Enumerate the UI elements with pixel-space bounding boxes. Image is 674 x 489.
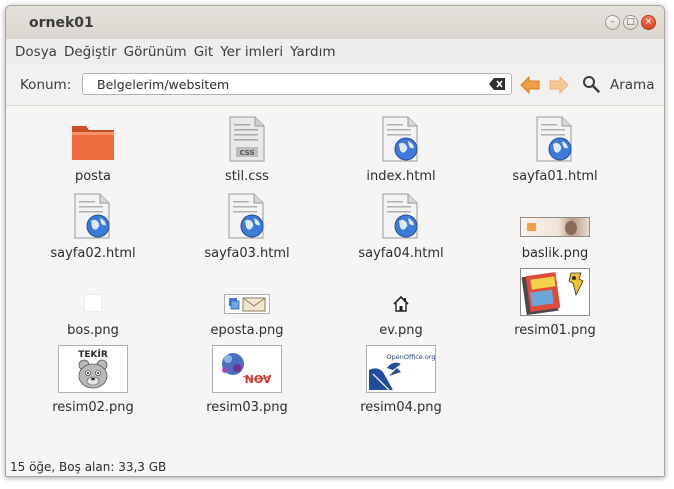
file-item-resim03-png[interactable]: NOV resim03.png [172, 345, 322, 415]
minimize-button[interactable]: – [605, 15, 620, 30]
nov-thumbnail: NOV [212, 345, 282, 393]
forward-arrow-icon[interactable] [549, 76, 569, 94]
magazine-thumbnail [520, 268, 590, 316]
css-tag: CSS [239, 149, 254, 157]
email-thumbnail [224, 294, 270, 314]
file-item-sayfa04-html[interactable]: sayfa04.html [326, 191, 476, 261]
maximize-icon: □ [626, 17, 635, 27]
menu-dosya[interactable]: Dosya [15, 44, 57, 60]
file-item-stil-css[interactable]: CSS stil.css [172, 114, 322, 184]
magazine-cover-image [521, 269, 589, 315]
status-text: 15 öğe, Boş alan: 33,3 GB [10, 460, 167, 474]
file-manager-window: ornek01 – □ × Dosya Değiştir Görünüm Git… [5, 5, 665, 477]
menu-bar: Dosya Değiştir Görünüm Git Yer imleri Ya… [6, 39, 664, 65]
location-input[interactable]: Belgelerim/websitem [82, 73, 512, 95]
window-title: ornek01 [29, 15, 94, 31]
clear-text-icon[interactable] [489, 78, 505, 90]
file-name: sayfa02.html [50, 246, 136, 261]
banner-thumbnail [520, 217, 590, 237]
file-name: resim03.png [206, 400, 288, 415]
location-value[interactable]: Belgelerim/websitem [97, 77, 229, 92]
file-name: stil.css [225, 169, 269, 184]
nov-text: NOV [245, 373, 272, 386]
blank-thumbnail [84, 294, 102, 312]
title-bar[interactable]: ornek01 – □ × [6, 6, 664, 39]
tekir-text: TEKİR [78, 349, 108, 360]
html-file-icon [382, 193, 418, 239]
location-label: Konum: [20, 77, 72, 93]
file-item-resim02-png[interactable]: TEKİR resim02.png [18, 345, 168, 415]
window-controls: – □ × [605, 15, 656, 30]
search-button-label[interactable]: Arama [610, 77, 654, 93]
back-arrow-icon[interactable] [520, 76, 540, 94]
openoffice-text: OpenOffice.org [386, 353, 435, 361]
menu-gorunum[interactable]: Görünüm [124, 44, 187, 60]
file-name: sayfa03.html [204, 246, 290, 261]
home-icon [393, 295, 409, 312]
html-file-icon [228, 193, 264, 239]
file-item-baslik-png[interactable]: baslik.png [480, 191, 630, 261]
envelope-icon [229, 297, 266, 312]
html-file-icon [74, 193, 110, 239]
folder-icon [72, 126, 114, 160]
file-name: resim04.png [360, 400, 442, 415]
file-item-posta[interactable]: posta [18, 114, 168, 184]
file-name: ev.png [379, 323, 423, 338]
close-icon: × [644, 17, 653, 27]
openoffice-logo-image: OpenOffice.org [367, 346, 435, 392]
maximize-button[interactable]: □ [623, 15, 638, 30]
menu-yer-imleri[interactable]: Yer imleri [220, 44, 283, 60]
file-name: posta [74, 169, 112, 184]
minimize-icon: – [610, 17, 615, 27]
tekir-thumbnail: TEKİR [58, 345, 128, 393]
menu-degistir[interactable]: Değiştir [64, 44, 117, 60]
file-item-sayfa03-html[interactable]: sayfa03.html [172, 191, 322, 261]
status-bar: 15 öğe, Boş alan: 33,3 GB [6, 459, 664, 476]
openoffice-thumbnail: OpenOffice.org [366, 345, 436, 393]
search-icon[interactable] [582, 75, 600, 93]
file-name: index.html [366, 169, 436, 184]
close-button[interactable]: × [641, 15, 656, 30]
file-item-bos-png[interactable]: bos.png [18, 268, 168, 338]
file-name: resim01.png [514, 323, 596, 338]
file-item-index-html[interactable]: index.html [326, 114, 476, 184]
html-file-icon [382, 116, 418, 162]
file-name: sayfa04.html [358, 246, 444, 261]
file-name: sayfa01.html [512, 169, 598, 184]
file-name: resim02.png [52, 400, 134, 415]
file-item-resim01-png[interactable]: resim01.png [480, 268, 630, 338]
nov-logo-image: NOV [213, 346, 281, 392]
location-toolbar: Konum: Belgelerim/websitem Arama [6, 65, 664, 106]
file-item-resim04-png[interactable]: OpenOffice.org resim04.png [326, 345, 476, 415]
file-item-sayfa01-html[interactable]: sayfa01.html [480, 114, 630, 184]
bear-mascot-image: TEKİR [59, 346, 127, 392]
menu-yardim[interactable]: Yardım [290, 44, 335, 60]
file-name: baslik.png [521, 246, 589, 261]
menu-git[interactable]: Git [194, 44, 214, 60]
css-file-icon: CSS [229, 116, 265, 162]
file-item-eposta-png[interactable]: eposta.png [172, 268, 322, 338]
file-grid: posta CSS stil.css index.html sayfa01.ht… [6, 106, 664, 459]
file-item-sayfa02-html[interactable]: sayfa02.html [18, 191, 168, 261]
html-file-icon [536, 116, 572, 162]
file-item-ev-png[interactable]: ev.png [326, 268, 476, 338]
file-name: eposta.png [210, 323, 284, 338]
file-name: bos.png [67, 323, 119, 338]
